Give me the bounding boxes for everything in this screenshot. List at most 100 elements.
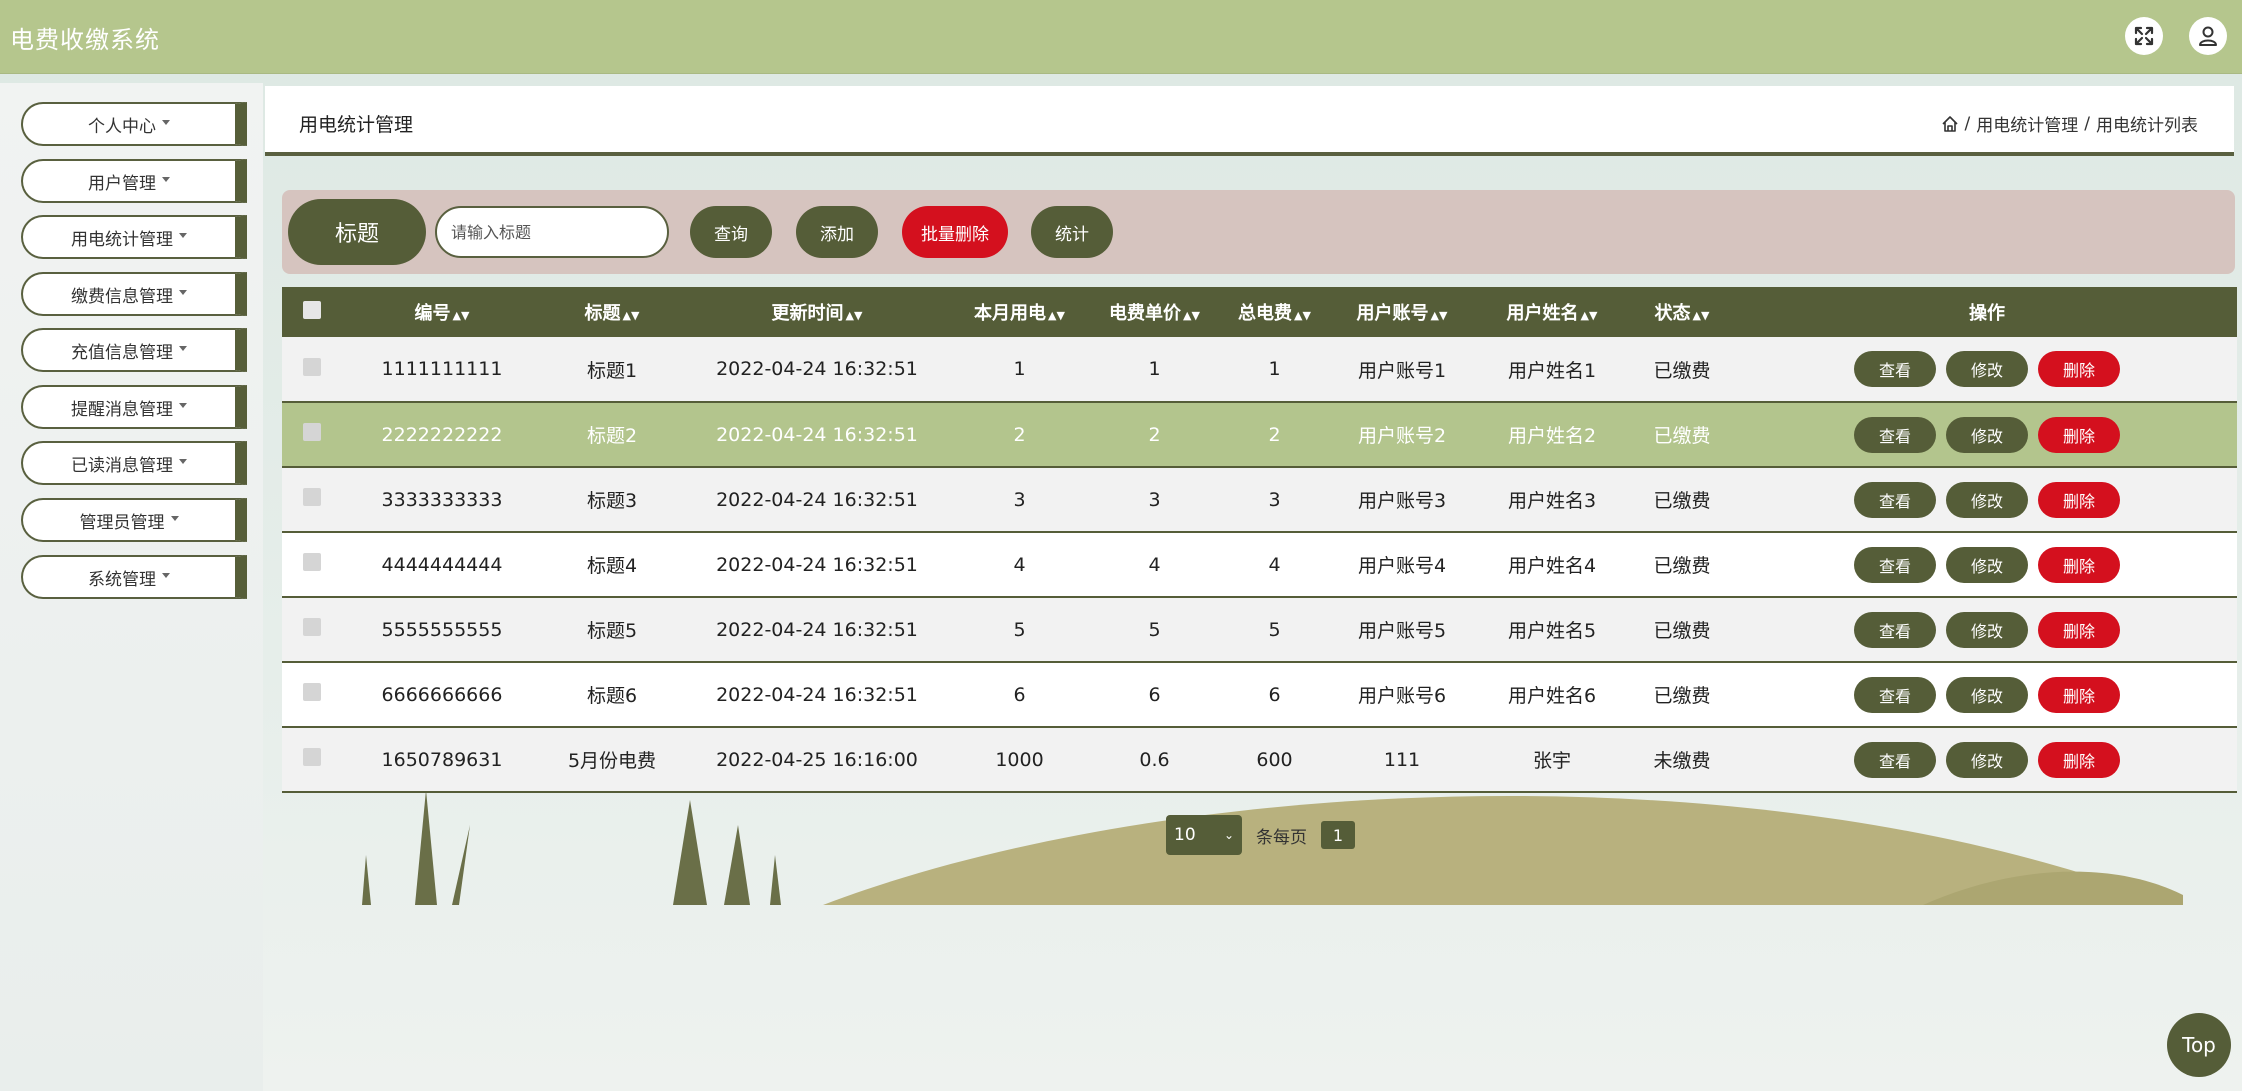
- breadcrumb: / 用电统计管理 / 用电统计列表: [1941, 111, 2198, 136]
- cell-price: 6: [1148, 683, 1161, 706]
- sidebar-item-personal-center[interactable]: 个人中心: [21, 102, 247, 146]
- edit-button[interactable]: 修改: [1946, 546, 2028, 583]
- edit-button[interactable]: 修改: [1946, 481, 2028, 518]
- column-header-account[interactable]: 用户账号 ▲▼: [1327, 287, 1477, 337]
- cell-status: 已缴费: [1653, 425, 1711, 447]
- back-to-top-button[interactable]: Top: [2167, 1013, 2231, 1077]
- column-header-price[interactable]: 电费单价 ▲▼: [1087, 287, 1222, 337]
- row-checkbox[interactable]: [303, 423, 321, 441]
- cell-status: 已缴费: [1653, 359, 1711, 382]
- user-button[interactable]: [2189, 17, 2227, 55]
- page-title: 用电统计管理: [299, 114, 414, 136]
- table-row[interactable]: 1650789631 5月份电费 2022-04-25 16:16:00 100…: [282, 727, 2237, 792]
- caret-down-icon: [170, 515, 179, 521]
- view-button[interactable]: 查看: [1854, 351, 1936, 387]
- column-header-status[interactable]: 状态 ▲▼: [1627, 287, 1737, 337]
- table-row[interactable]: 2222222222 标题2 2022-04-24 16:32:51 2 2 2…: [282, 402, 2237, 467]
- view-button[interactable]: 查看: [1854, 416, 1936, 453]
- row-checkbox[interactable]: [303, 357, 321, 376]
- view-button[interactable]: 查看: [1854, 546, 1936, 583]
- table-header-row: 编号 ▲▼ 标题 ▲▼ 更新时间 ▲▼ 本月用电 ▲▼ 电费单价 ▲▼ 总电费 ▲▼ 用户账…: [282, 287, 2237, 337]
- caret-down-icon: [179, 345, 187, 351]
- cell-account: 用户账号3: [1357, 490, 1447, 512]
- cell-account: 用户账号2: [1357, 425, 1447, 447]
- row-checkbox[interactable]: [303, 683, 321, 701]
- cell-status: 已缴费: [1653, 685, 1711, 707]
- sidebar-item-admins[interactable]: 管理员管理: [21, 498, 247, 542]
- edit-button[interactable]: 修改: [1946, 676, 2028, 713]
- cell-actions: 查看 修改 删除: [1737, 727, 2237, 792]
- cell-title: 标题6: [586, 685, 638, 707]
- column-header-name[interactable]: 用户姓名 ▲▼: [1477, 287, 1627, 337]
- select-all-checkbox[interactable]: [303, 300, 321, 319]
- delete-button[interactable]: 删除: [2038, 416, 2120, 453]
- cell-actions: 查看 修改 删除: [1737, 337, 2237, 402]
- sidebar-item-read-messages[interactable]: 已读消息管理: [21, 441, 247, 485]
- cell-account: 用户账号4: [1357, 555, 1447, 577]
- sidebar-item-usage-stats[interactable]: 用电统计管理: [21, 215, 247, 259]
- column-header-usage[interactable]: 本月用电 ▲▼: [952, 287, 1087, 337]
- column-header-actions: 操作: [1969, 303, 2005, 324]
- page-number-current[interactable]: 1: [1321, 821, 1355, 849]
- row-checkbox[interactable]: [303, 488, 321, 506]
- cell-id: 5555555555: [381, 618, 503, 641]
- row-checkbox[interactable]: [303, 553, 321, 571]
- sidebar-item-system[interactable]: 系统管理: [21, 555, 247, 599]
- sidebar-item-reminders[interactable]: 提醒消息管理: [21, 385, 247, 429]
- sidebar-item-recharge-info[interactable]: 充值信息管理: [21, 328, 247, 372]
- edit-button[interactable]: 修改: [1946, 611, 2028, 648]
- table-row[interactable]: 6666666666 标题6 2022-04-24 16:32:51 6 6 6…: [282, 662, 2237, 727]
- cell-total: 3: [1268, 488, 1281, 511]
- table-row[interactable]: 1111111111 标题1 2022-04-24 16:32:51 1 1 1…: [282, 337, 2237, 402]
- edit-button[interactable]: 修改: [1946, 741, 2028, 778]
- row-checkbox[interactable]: [303, 618, 321, 636]
- caret-down-icon: [162, 572, 170, 578]
- delete-button[interactable]: 删除: [2038, 351, 2120, 387]
- page-size-select[interactable]: 10 ⌄: [1166, 815, 1242, 855]
- fullscreen-button[interactable]: [2125, 17, 2163, 55]
- query-button[interactable]: 查询: [690, 206, 772, 258]
- cell-title: 标题2: [586, 425, 638, 447]
- stats-button[interactable]: 统计: [1031, 206, 1113, 258]
- breadcrumb-item[interactable]: 用电统计管理: [1976, 111, 2078, 136]
- cell-title: 标题5: [586, 620, 638, 642]
- column-header-id[interactable]: 编号 ▲▼: [342, 287, 542, 337]
- home-icon[interactable]: [1941, 115, 1959, 133]
- cell-usage: 6: [1013, 683, 1026, 706]
- edit-button[interactable]: 修改: [1946, 416, 2028, 453]
- view-button[interactable]: 查看: [1854, 481, 1936, 518]
- column-header-time[interactable]: 更新时间 ▲▼: [682, 287, 952, 337]
- cell-id: 1111111111: [381, 358, 503, 380]
- breadcrumb-separator: /: [2084, 113, 2090, 134]
- view-button[interactable]: 查看: [1854, 741, 1936, 778]
- edit-button[interactable]: 修改: [1946, 351, 2028, 387]
- cell-name: 张宇: [1532, 750, 1571, 772]
- search-input[interactable]: [435, 206, 669, 258]
- delete-button[interactable]: 删除: [2038, 741, 2120, 778]
- caret-down-icon: [162, 176, 170, 182]
- cell-name: 用户姓名6: [1507, 685, 1597, 707]
- sidebar-item-payment-info[interactable]: 缴费信息管理: [21, 272, 247, 316]
- table-row[interactable]: 4444444444 标题4 2022-04-24 16:32:51 4 4 4…: [282, 532, 2237, 597]
- cell-actions: 查看 修改 删除: [1737, 532, 2237, 597]
- sidebar-item-label: 充值信息管理: [71, 342, 173, 363]
- view-button[interactable]: 查看: [1854, 611, 1936, 648]
- sidebar-item-user-management[interactable]: 用户管理: [21, 159, 247, 203]
- delete-button[interactable]: 删除: [2038, 611, 2120, 648]
- batch-delete-button[interactable]: 批量删除: [902, 206, 1008, 258]
- column-header-total[interactable]: 总电费 ▲▼: [1222, 287, 1327, 337]
- cell-usage: 1: [1013, 358, 1026, 380]
- view-button[interactable]: 查看: [1854, 676, 1936, 713]
- column-header-title[interactable]: 标题 ▲▼: [542, 287, 682, 337]
- table-row[interactable]: 3333333333 标题3 2022-04-24 16:32:51 3 3 3…: [282, 467, 2237, 532]
- sidebar-item-label: 用户管理: [88, 173, 156, 194]
- sidebar-item-label: 提醒消息管理: [71, 399, 173, 420]
- delete-button[interactable]: 删除: [2038, 481, 2120, 518]
- cell-account: 用户账号5: [1357, 620, 1447, 642]
- table-row[interactable]: 5555555555 标题5 2022-04-24 16:32:51 5 5 5…: [282, 597, 2237, 662]
- row-checkbox[interactable]: [303, 748, 321, 766]
- delete-button[interactable]: 删除: [2038, 546, 2120, 583]
- cell-price: 3: [1148, 488, 1161, 511]
- add-button[interactable]: 添加: [796, 206, 878, 258]
- delete-button[interactable]: 删除: [2038, 676, 2120, 713]
